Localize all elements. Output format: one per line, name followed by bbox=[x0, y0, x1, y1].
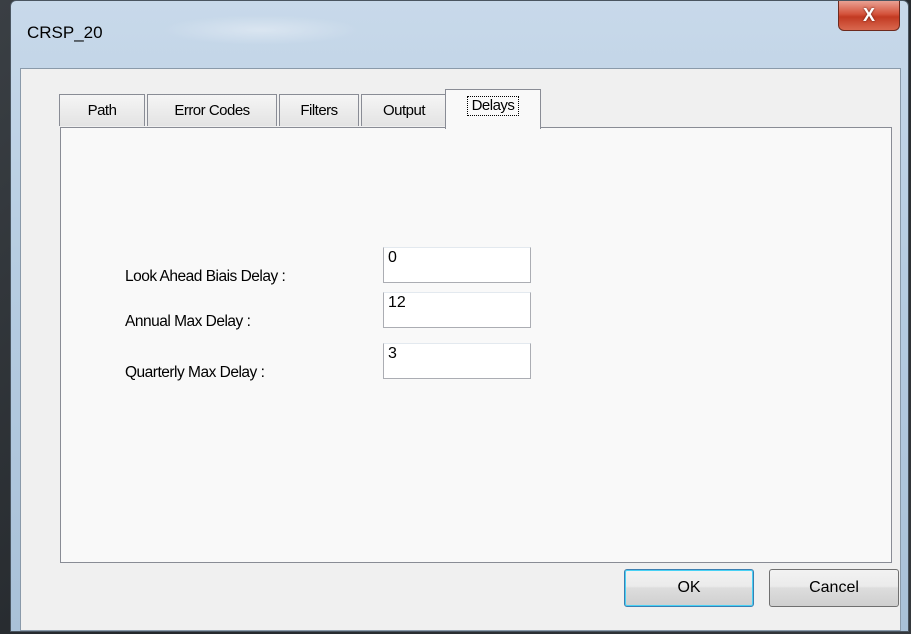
annual-max-delay-input[interactable] bbox=[383, 292, 531, 328]
dialog-window: CRSP_20 X Path Error Codes Filters Outpu… bbox=[10, 0, 909, 632]
cancel-button[interactable]: Cancel bbox=[769, 569, 899, 607]
ok-button-label: OK bbox=[677, 579, 701, 596]
cancel-button-label: Cancel bbox=[809, 579, 859, 596]
window-title: CRSP_20 bbox=[27, 23, 103, 42]
ok-button[interactable]: OK bbox=[624, 569, 754, 607]
tab-filters[interactable]: Filters bbox=[279, 94, 359, 126]
quarterly-max-label: Quarterly Max Delay : bbox=[125, 364, 265, 381]
annual-max-label: Annual Max Delay : bbox=[125, 313, 251, 330]
delays-tab-panel: Look Ahead Biais Delay : Annual Max Dela… bbox=[60, 127, 892, 563]
title-glass-glow bbox=[161, 15, 361, 45]
tab-output[interactable]: Output bbox=[361, 94, 447, 126]
look-ahead-label: Look Ahead Biais Delay : bbox=[125, 268, 286, 285]
quarterly-max-delay-input[interactable] bbox=[383, 343, 531, 379]
tab-label: Path bbox=[87, 102, 117, 119]
close-button[interactable]: X bbox=[838, 1, 900, 31]
tab-error-codes[interactable]: Error Codes bbox=[147, 94, 277, 126]
tab-label: Filters bbox=[300, 102, 338, 119]
tab-delays[interactable]: Delays bbox=[445, 89, 541, 129]
look-ahead-delay-input[interactable] bbox=[383, 247, 531, 283]
tab-label: Output bbox=[382, 102, 426, 119]
tab-label: Error Codes bbox=[174, 102, 250, 119]
close-icon: X bbox=[862, 5, 875, 25]
tab-label: Delays bbox=[466, 95, 520, 116]
dialog-client-area: Path Error Codes Filters Output Delays L… bbox=[20, 68, 901, 631]
tab-path[interactable]: Path bbox=[59, 94, 145, 126]
title-bar[interactable]: CRSP_20 X bbox=[11, 1, 908, 61]
